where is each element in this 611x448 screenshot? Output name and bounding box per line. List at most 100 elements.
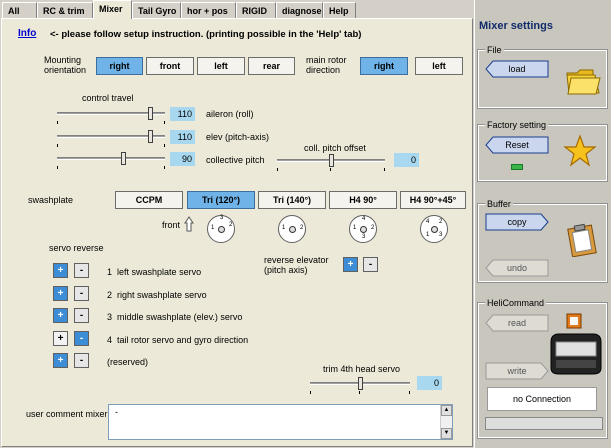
trim-4th-slider[interactable] [310, 376, 410, 394]
servo5-plus-button[interactable]: + [53, 353, 68, 368]
servo1-plus-button[interactable]: + [53, 263, 68, 278]
copy-button[interactable]: copy [485, 213, 549, 231]
reverse-elevator-minus-button[interactable]: - [363, 257, 378, 272]
servo1-minus-button[interactable]: - [74, 263, 89, 278]
servo2-plus-button[interactable]: + [53, 286, 68, 301]
buffer-group-label: Buffer [485, 199, 513, 209]
swash-tri140-button[interactable]: Tri (140°) [258, 191, 326, 209]
reset-button-label: Reset [505, 140, 529, 150]
swash-diagram-tri140-icon: 12 [278, 215, 306, 243]
reverse-elevator-label-line2: (pitch axis) [264, 265, 308, 275]
scroll-up-icon[interactable]: ▲ [441, 405, 452, 416]
reverse-elevator-plus-button[interactable]: + [343, 257, 358, 272]
servo2-label: 2 right swashplate servo [107, 290, 207, 300]
coll-pitch-offset-slider[interactable] [277, 153, 385, 171]
setup-instruction: <- please follow setup instruction. (pri… [50, 29, 362, 40]
aileron-label: aileron (roll) [206, 109, 254, 119]
user-comment-textarea[interactable]: - ▲ ▼ [108, 404, 453, 440]
tab-all[interactable]: All [2, 2, 37, 18]
tab-diagnose[interactable]: diagnose [276, 2, 323, 18]
coll-pitch-offset-label: coll. pitch offset [304, 143, 366, 153]
reset-button[interactable]: Reset [485, 136, 549, 154]
tab-rc-trim[interactable]: RC & trim [37, 2, 93, 18]
swash-ccpm-button[interactable]: CCPM [115, 191, 183, 209]
aileron-slider-thumb[interactable] [148, 107, 153, 120]
read-button-label: read [507, 318, 526, 328]
read-button[interactable]: read [485, 314, 549, 332]
mounting-label: Mounting orientation [44, 55, 86, 75]
main-rotor-label-line1: main rotor [306, 55, 347, 65]
rotor-left-button[interactable]: left [415, 57, 463, 75]
info-link[interactable]: Info [18, 28, 36, 39]
user-comment-text: - [115, 407, 118, 417]
mounting-front-button[interactable]: front [146, 57, 194, 75]
servo5-minus-button[interactable]: - [74, 353, 89, 368]
write-button[interactable]: write [485, 362, 549, 380]
file-group: File load [477, 45, 608, 109]
elev-value[interactable]: 110 [170, 130, 195, 144]
connection-progress-bar [485, 417, 603, 430]
trim-4th-slider-thumb[interactable] [358, 377, 363, 390]
main-rotor-label-line2: direction [306, 65, 341, 75]
star-icon [563, 134, 597, 167]
buffer-group: Buffer copy undo [477, 199, 608, 283]
reverse-elevator-label-line1: reverse elevator [264, 255, 329, 265]
undo-button-label: undo [506, 263, 528, 273]
swash-h4-90-45-button[interactable]: H4 90°+45° [400, 191, 466, 209]
swash-tri120-button[interactable]: Tri (120°) [187, 191, 255, 209]
coll-pitch-offset-value[interactable]: 0 [394, 153, 419, 167]
collective-slider[interactable] [57, 151, 165, 169]
tab-rigid[interactable]: RIGID [236, 2, 276, 18]
tab-hor-pos[interactable]: hor + pos [181, 2, 236, 18]
factory-setting-group: Factory setting Reset [477, 120, 608, 182]
servo3-minus-button[interactable]: - [74, 308, 89, 323]
folder-icon [566, 69, 601, 95]
mounting-right-button[interactable]: right [96, 57, 143, 75]
swashplate-label: swashplate [28, 195, 74, 205]
servo3-label: 3 middle swashplate (elev.) servo [107, 312, 243, 322]
load-button-label: load [508, 64, 526, 74]
tab-bar: All RC & trim Mixer Tail Gyro hor + pos … [0, 0, 475, 19]
swash-h4-90-button[interactable]: H4 90° [329, 191, 397, 209]
undo-button[interactable]: undo [485, 259, 549, 277]
mounting-left-button[interactable]: left [197, 57, 245, 75]
servo4-plus-button[interactable]: + [53, 331, 68, 346]
file-group-label: File [485, 45, 504, 55]
elev-slider[interactable] [57, 129, 165, 147]
aileron-slider[interactable] [57, 106, 165, 124]
swash-diagram-tri120-icon: 123 [207, 215, 235, 243]
factory-status-indicator [511, 164, 523, 170]
servo2-minus-button[interactable]: - [74, 286, 89, 301]
tab-mixer[interactable]: Mixer [93, 0, 132, 19]
mounting-rear-button[interactable]: rear [248, 57, 295, 75]
tab-tail-gyro[interactable]: Tail Gyro [132, 2, 181, 18]
helicommand-group: HeliCommand read write no Connection [477, 298, 608, 439]
clipboard-icon [567, 223, 597, 257]
connection-status: no Connection [487, 387, 597, 411]
helicommand-group-label: HeliCommand [485, 298, 547, 308]
servo4-minus-button[interactable]: - [74, 331, 89, 346]
load-button[interactable]: load [485, 60, 549, 78]
mounting-label-line2: orientation [44, 65, 87, 75]
swash-diagram-h4-90-45-icon: 4213 [420, 215, 448, 243]
aileron-value[interactable]: 110 [170, 107, 195, 121]
user-comment-label: user comment mixer [26, 409, 108, 419]
collective-value[interactable]: 90 [170, 152, 195, 166]
servo1-label: 1 left swashplate servo [107, 267, 202, 277]
scroll-down-icon[interactable]: ▼ [441, 428, 452, 439]
front-label: front [162, 220, 181, 230]
swash-diagram-h4-90-icon: 4123 [349, 215, 377, 243]
servo3-plus-button[interactable]: + [53, 308, 68, 323]
collective-slider-thumb[interactable] [121, 152, 126, 165]
write-button-label: write [507, 366, 527, 376]
rotor-right-button[interactable]: right [360, 57, 408, 75]
mixer-panel: Info <- please follow setup instruction.… [1, 18, 473, 447]
servo4-label: 4 tail rotor servo and gyro direction [107, 335, 249, 345]
tab-help[interactable]: Help [323, 2, 356, 18]
coll-pitch-offset-slider-thumb[interactable] [329, 154, 334, 167]
elev-label: elev (pitch-axis) [206, 132, 270, 142]
elev-slider-thumb[interactable] [148, 130, 153, 143]
up-arrow-icon [184, 216, 194, 232]
comment-scrollbar[interactable]: ▲ ▼ [440, 405, 452, 439]
trim-4th-value[interactable]: 0 [417, 376, 442, 390]
